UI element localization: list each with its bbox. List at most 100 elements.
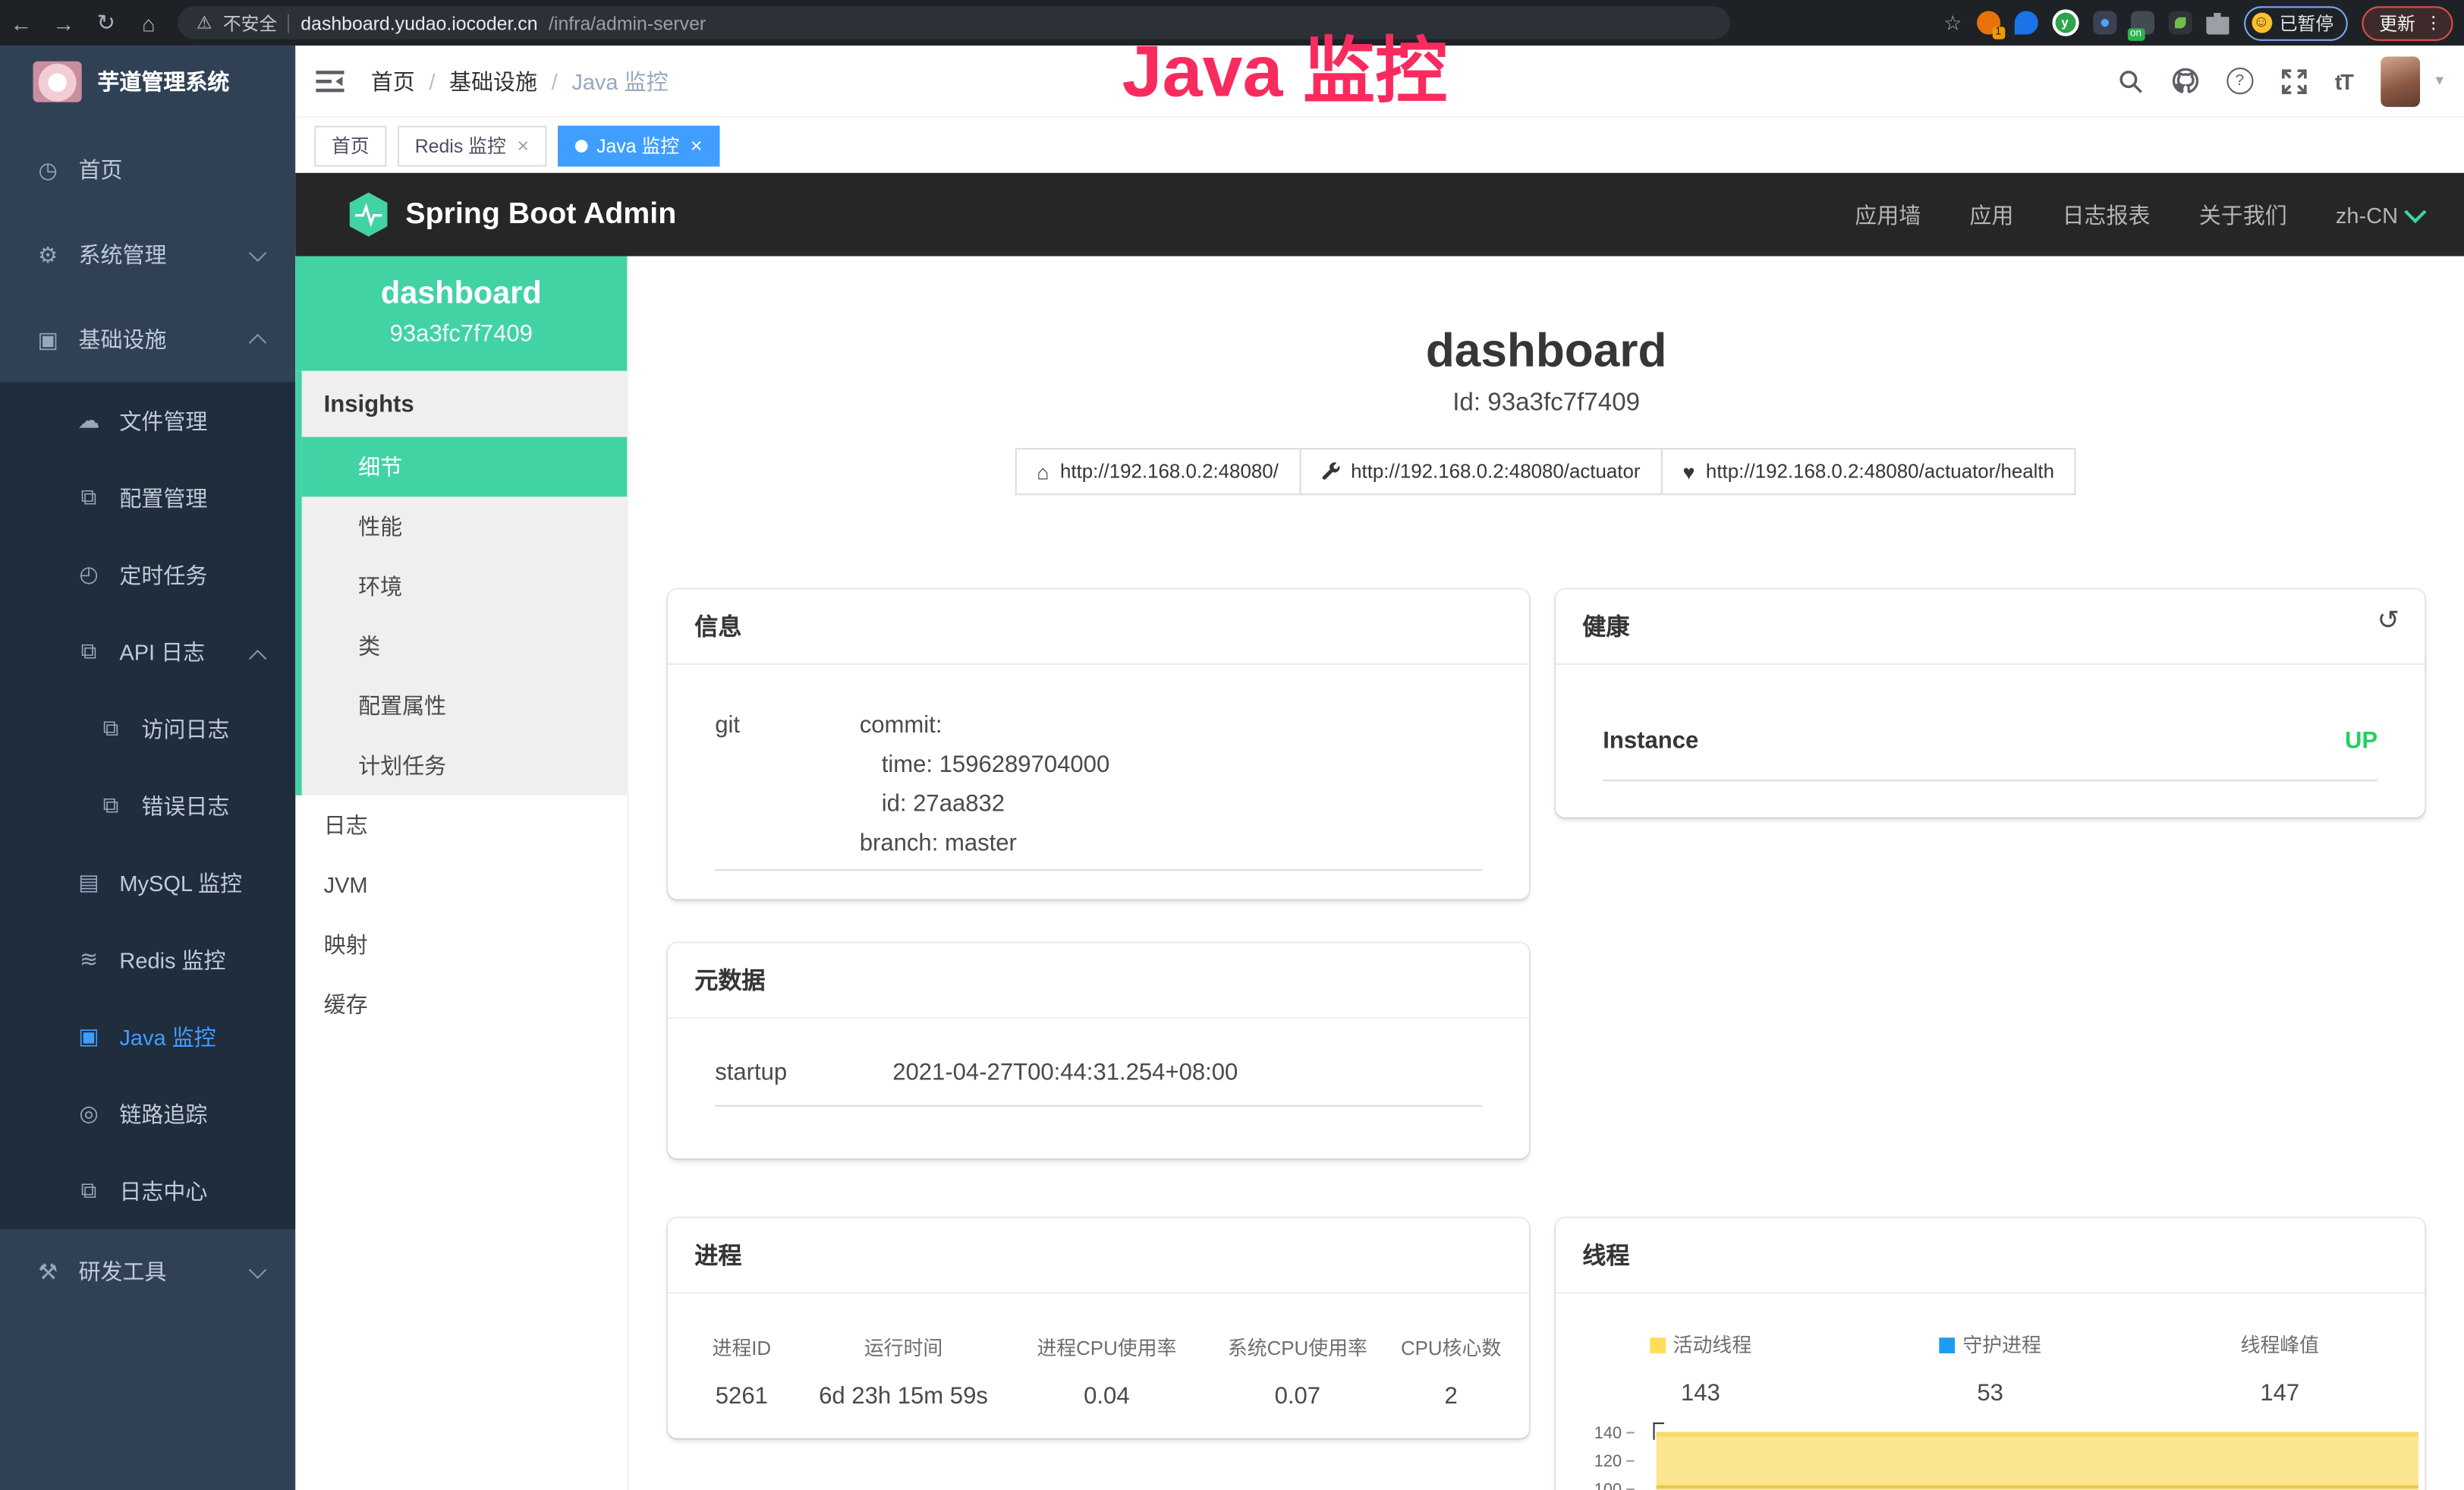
metadata-card: 元数据 startup 2021-04-27T00:44:31.254+08:0… (668, 943, 1529, 1158)
sidebar-item-java-monitor[interactable]: ▣ Java 监控 (0, 998, 295, 1075)
close-icon[interactable]: × (517, 134, 529, 157)
sidebar-item-mysql-monitor[interactable]: ▤ MySQL 监控 (0, 844, 295, 921)
sba-menu-caches[interactable]: 缓存 (295, 975, 627, 1035)
process-header-row: 进程ID 运行时间 进程CPU使用率 系统CPU使用率 CPU核心数 (684, 1331, 1513, 1361)
avatar-caret-icon[interactable]: ▾ (2436, 72, 2444, 90)
endpoint-actuator-link[interactable]: http://192.168.0.2:48080/actuator (1299, 448, 1663, 495)
yellow-legend-swatch (1650, 1337, 1666, 1353)
help-icon[interactable]: ? (2226, 68, 2253, 94)
fullscreen-icon[interactable] (2281, 68, 2306, 93)
sidebar-item-tracing[interactable]: ◎ 链路追踪 (0, 1075, 295, 1151)
hamburger-icon[interactable] (316, 68, 344, 93)
sba-nav-wallboard[interactable]: 应用墙 (1855, 199, 1921, 230)
sidebar-item-scheduled-tasks[interactable]: ◴ 定时任务 (0, 536, 295, 613)
breadcrumb-infrastructure[interactable]: 基础设施 (449, 65, 537, 96)
reload-icon[interactable]: ↻ (85, 9, 127, 36)
breadcrumb-home[interactable]: 首页 (371, 65, 415, 96)
y-axis-tick: 100 (1569, 1481, 1635, 1490)
sba-menu-jvm[interactable]: JVM (295, 855, 627, 915)
sba-menu-classes[interactable]: 类 (302, 616, 628, 676)
sba-brand[interactable]: Spring Boot Admin (405, 197, 676, 232)
page-instance-id: Id: 93a3fc7f7409 (628, 390, 2464, 418)
sba-logo-icon[interactable] (348, 192, 390, 238)
search-icon[interactable] (2118, 68, 2143, 93)
sidebar-item-config-mgmt[interactable]: ⧉ 配置管理 (0, 459, 295, 536)
sba-language-select[interactable]: zh-CN (2336, 202, 2423, 227)
browser-home-icon[interactable]: ⌂ (127, 10, 170, 35)
tab-home[interactable]: 首页 (314, 125, 386, 166)
sidebar-item-access-logs[interactable]: ⧉ 访问日志 (0, 690, 295, 767)
breadcrumb-separator: / (429, 68, 435, 93)
chevron-down-icon (249, 1261, 266, 1278)
tab-redis-monitor[interactable]: Redis 监控 × (398, 125, 546, 166)
address-bar[interactable]: ⚠ 不安全 dashboard.yudao.iocoder.cn/infra/a… (178, 6, 1730, 39)
font-size-icon[interactable]: tT (2335, 68, 2352, 93)
column-header: 进程CPU使用率 (1007, 1331, 1206, 1361)
endpoint-url: http://192.168.0.2:48080/ (1060, 461, 1279, 483)
close-icon[interactable]: × (691, 134, 703, 157)
app-sidebar: 芋道管理系统 ◷ 首页 ⚙ 系统管理 ▣ 基础设施 ☁ 文件管理 (0, 46, 295, 1490)
sba-menu-config-props[interactable]: 配置属性 (302, 676, 628, 736)
live-threads-value: 143 (1556, 1380, 1846, 1407)
user-avatar[interactable] (2381, 56, 2420, 106)
sidebar-item-file-mgmt[interactable]: ☁ 文件管理 (0, 382, 295, 458)
sba-menu-details[interactable]: 细节 (302, 437, 628, 497)
sba-nav-journal[interactable]: 日志报表 (2063, 199, 2151, 230)
overflow-menu-icon[interactable]: ⋮ (2425, 13, 2442, 33)
sba-nav-applications[interactable]: 应用 (1969, 199, 2013, 230)
extension-badge-icon[interactable]: 1 (1976, 11, 2000, 34)
paused-profile-chip[interactable]: ☺ 已暂停 (2243, 5, 2348, 40)
chrome-update-button[interactable]: 更新 ⋮ (2362, 5, 2453, 40)
sba-sidebar: dashboard 93a3fc7f7409 Insights 细节 性能 环境… (295, 257, 628, 1490)
sidebar-item-dev-tools[interactable]: ⚒ 研发工具 (0, 1229, 295, 1314)
tab-java-monitor[interactable]: Java 监控 × (557, 125, 719, 166)
app-logo-row[interactable]: 芋道管理系统 (0, 46, 295, 118)
puzzle-extensions-icon[interactable] (2205, 11, 2229, 34)
sidebar-item-log-center[interactable]: ⧉ 日志中心 (0, 1152, 295, 1229)
sba-instance-header[interactable]: dashboard 93a3fc7f7409 (295, 257, 627, 371)
health-row-key: Instance (1603, 728, 1698, 754)
sba-menu-mappings[interactable]: 映射 (295, 915, 627, 975)
sidebar-item-system-mgmt[interactable]: ⚙ 系统管理 (0, 213, 295, 298)
sidebar-item-error-logs[interactable]: ⧉ 错误日志 (0, 767, 295, 844)
sidebar-item-home[interactable]: ◷ 首页 (0, 128, 295, 213)
sidebar-item-redis-monitor[interactable]: ≋ Redis 监控 (0, 921, 295, 997)
column-header: CPU核心数 (1389, 1331, 1513, 1361)
blue-legend-swatch (1939, 1337, 1955, 1353)
database-icon: ▤ (75, 869, 102, 896)
legend-label: 守护进程 (1962, 1334, 2041, 1356)
sidebar-item-api-logs[interactable]: ⧉ API 日志 (0, 613, 295, 690)
endpoint-url: http://192.168.0.2:48080/actuator/health (1706, 461, 2054, 483)
health-card-body: Instance UP (1556, 665, 2425, 781)
github-icon[interactable] (2171, 68, 2198, 94)
back-icon[interactable]: ← (0, 10, 42, 35)
active-dot (574, 139, 587, 152)
leaf-extension-icon[interactable] (2168, 11, 2192, 34)
sba-menu-environment[interactable]: 环境 (302, 556, 628, 616)
sba-menu-scheduled-tasks[interactable]: 计划任务 (302, 736, 628, 795)
yudao-extension-icon[interactable]: y (2051, 9, 2078, 36)
forward-icon[interactable]: → (42, 10, 85, 35)
sba-menu-logs[interactable]: 日志 (295, 795, 627, 855)
sba-menu-metrics[interactable]: 性能 (302, 496, 628, 556)
cloud-icon: ☁ (75, 407, 102, 433)
endpoint-links: ⌂ http://192.168.0.2:48080/ http://192.1… (628, 448, 2464, 495)
history-icon[interactable]: ↺ (2377, 605, 2400, 636)
sidebar-item-label: 系统管理 (79, 239, 167, 270)
home-icon: ⌂ (1037, 460, 1049, 484)
threads-value-row: 143 53 147 (1556, 1358, 2425, 1407)
bookmark-star-icon[interactable]: ☆ (1943, 10, 1962, 35)
sba-nav-about[interactable]: 关于我们 (2199, 199, 2287, 230)
sidebar-item-label: MySQL 监控 (119, 867, 242, 898)
health-card-header: 健康 ↺ (1556, 590, 2425, 665)
chevron-down-icon (249, 244, 266, 262)
info-card: 信息 git commit: time: 1596289704000 id: 2… (668, 590, 1529, 899)
endpoint-health-link[interactable]: ♥ http://192.168.0.2:48080/actuator/heal… (1660, 448, 2076, 495)
pin-extension-icon[interactable] (2014, 11, 2038, 34)
sba-navbar: Spring Boot Admin 应用墙 应用 日志报表 关于我们 zh-CN (295, 173, 2464, 257)
onetab-extension-icon[interactable]: on (2130, 11, 2154, 34)
grid-extension-icon[interactable] (2092, 11, 2116, 34)
endpoint-root-link[interactable]: ⌂ http://192.168.0.2:48080/ (1015, 448, 1301, 495)
sidebar-item-infrastructure[interactable]: ▣ 基础设施 (0, 297, 295, 382)
timer-icon: ◴ (75, 561, 102, 587)
